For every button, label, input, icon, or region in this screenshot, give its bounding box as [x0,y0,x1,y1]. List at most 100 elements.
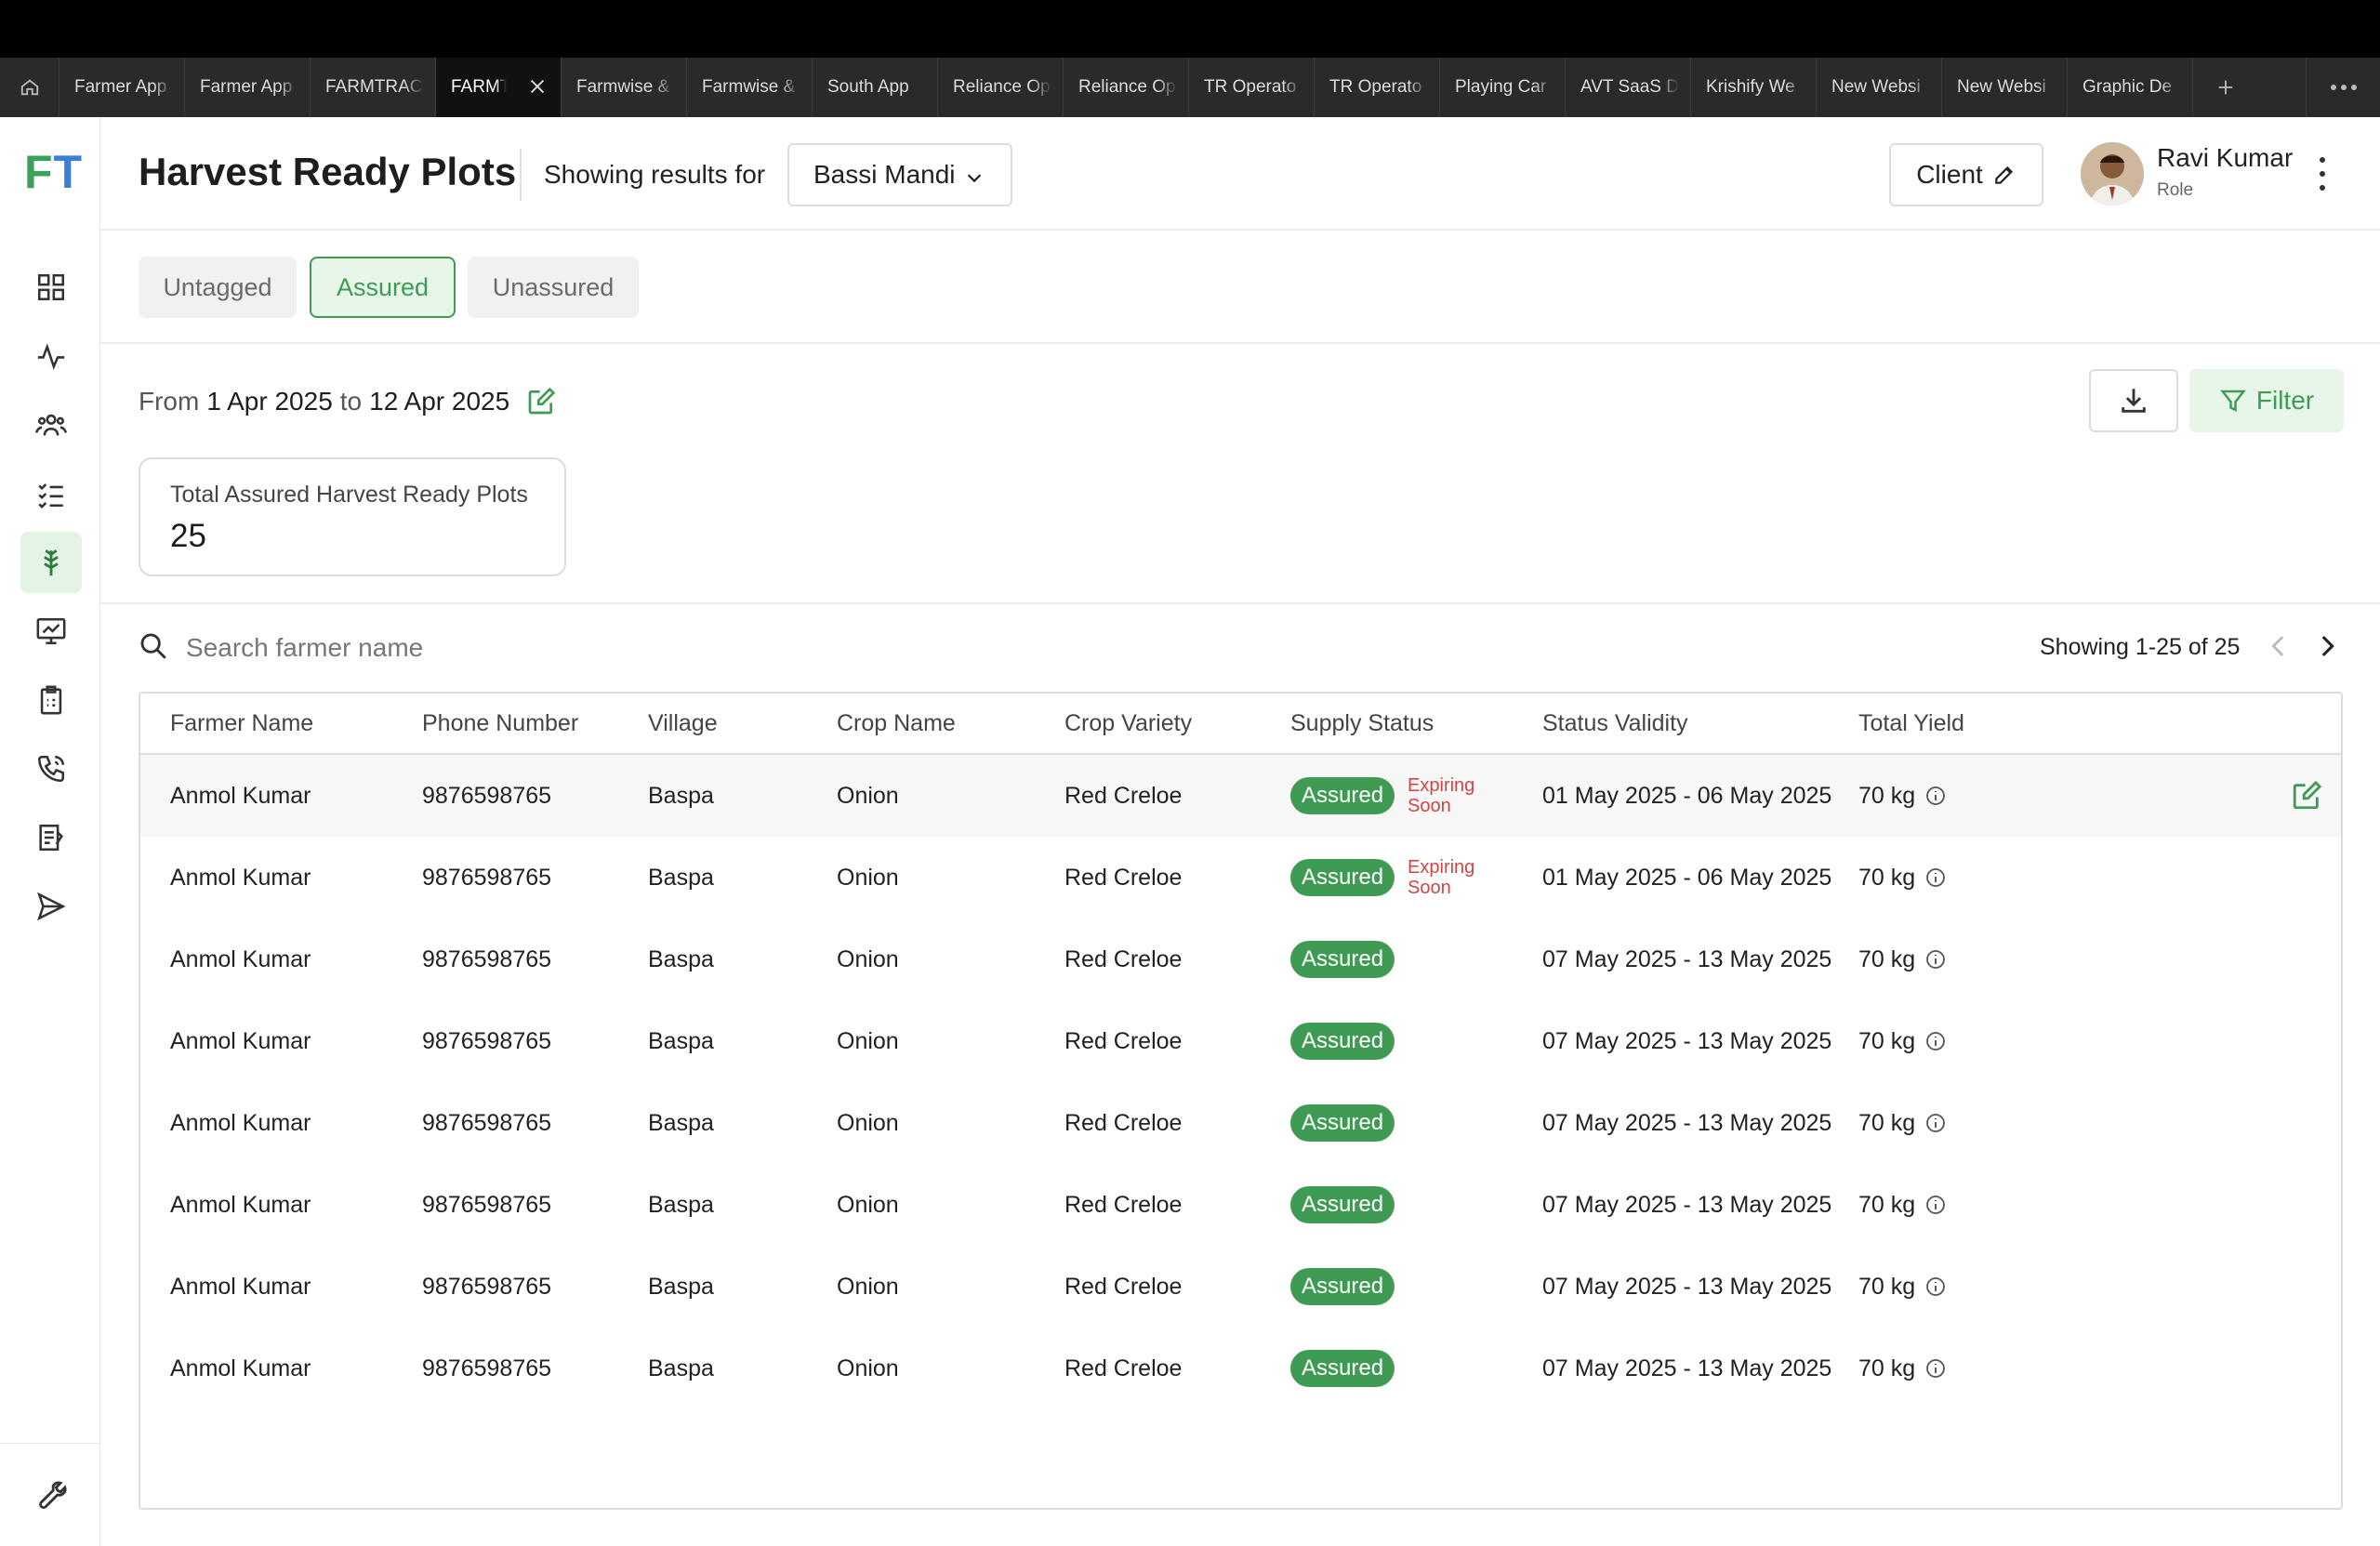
browser-tab[interactable]: Farmer App [60,58,185,117]
table-row[interactable]: Anmol Kumar 9876598765 Baspa Onion Red Crelo… [140,837,2341,918]
monitor-icon[interactable] [20,601,82,662]
info-icon[interactable] [1924,1275,1947,1298]
browser-tab[interactable]: Farmwise & [562,58,687,117]
stat-value: 25 [170,518,206,554]
info-icon[interactable] [1924,1112,1947,1134]
info-icon[interactable] [1924,785,1947,807]
filter-button[interactable]: Filter [2189,369,2344,432]
edit-date-icon[interactable] [526,387,556,416]
status-badge: Assured [1290,1350,1395,1387]
info-icon[interactable] [1924,948,1947,971]
search-input[interactable] [186,625,837,671]
row-edit-button[interactable] [2291,755,2322,837]
browser-tab[interactable]: AVT SaaS D [1566,58,1691,117]
chevron-left-icon[interactable] [2263,630,2294,662]
more-options-icon[interactable] [2311,152,2334,195]
send-icon[interactable] [20,876,82,937]
cell-farmer-name: Anmol Kumar [170,1354,311,1381]
cell-supply-status: Assured [1290,1246,1395,1328]
home-icon[interactable] [0,58,60,117]
browser-tab[interactable]: TR Operato [1315,58,1440,117]
report-icon[interactable] [20,807,82,868]
browser-tab[interactable]: South App [813,58,938,117]
close-tab-icon[interactable] [527,76,548,97]
table-row[interactable]: Anmol Kumar 9876598765 Baspa Onion Red Crelo… [140,1082,2341,1164]
cell-phone-number: 9876598765 [422,864,552,891]
info-icon[interactable] [1924,1357,1947,1380]
table-row[interactable]: Anmol Kumar 9876598765 Baspa Onion Red Crelo… [140,1246,2341,1328]
header-divider [520,149,522,201]
table-row[interactable]: Anmol Kumar 9876598765 Baspa Onion Red Crelo… [140,1328,2341,1409]
cell-status-validity: 01 May 2025 - 06 May 2025 [1542,864,1832,891]
cell-crop-name: Onion [837,1191,899,1218]
farmers-icon[interactable] [20,394,82,456]
app-logo[interactable]: FT [24,145,83,199]
tab-untagged[interactable]: Untagged [139,257,297,318]
table-row[interactable]: Anmol Kumar 9876598765 Baspa Onion Red Crelo… [140,755,2341,837]
col-total-yield: Total Yield [1858,709,1964,736]
info-icon[interactable] [1924,1030,1947,1052]
info-icon[interactable] [1924,866,1947,889]
browser-tab[interactable]: Farmer App [185,58,311,117]
cell-phone-number: 9876598765 [422,1273,552,1300]
table-body: Anmol Kumar 9876598765 Baspa Onion Red Crelo… [140,755,2341,1409]
tab-overflow-menu-icon[interactable] [2306,58,2380,117]
browser-tab-label: Farmwise & [702,77,796,97]
cell-supply-status: Assured [1290,1082,1395,1164]
clipboard-icon[interactable] [20,669,82,731]
harvest-icon[interactable] [20,532,82,593]
filter-icon [2220,390,2246,413]
new-tab-button[interactable] [2193,58,2258,117]
yield-value: 70 kg [1858,1027,1916,1054]
activity-icon[interactable] [20,325,82,387]
download-button[interactable] [2089,369,2178,432]
chevron-right-icon[interactable] [2311,630,2343,662]
browser-tab[interactable]: TR Operato [1189,58,1315,117]
phone-icon[interactable] [20,738,82,799]
browser-tab-label: Krishify We [1706,77,1795,97]
browser-tab-label: Farmer App [74,77,167,97]
status-tabs: Untagged Assured Unassured [100,231,2380,344]
wrench-icon[interactable] [33,1477,68,1513]
avatar[interactable] [2081,142,2144,205]
cell-total-yield: 70 kg [1858,1246,1947,1328]
cell-crop-name: Onion [837,782,899,809]
table-row[interactable]: Anmol Kumar 9876598765 Baspa Onion Red Crelo… [140,1164,2341,1246]
browser-tab[interactable]: Graphic De [2068,58,2193,117]
cell-crop-variety: Red Creloe [1064,864,1183,891]
cell-phone-number: 9876598765 [422,1354,552,1381]
cell-crop-variety: Red Creloe [1064,1191,1183,1218]
browser-tab[interactable]: Reliance Op [938,58,1064,117]
dashboard-icon[interactable] [20,257,82,318]
browser-tab[interactable]: FARMTRAC [436,58,562,117]
status-badge: Assured [1290,1104,1395,1142]
table-row[interactable]: Anmol Kumar 9876598765 Baspa Onion Red Crelo… [140,918,2341,1000]
cell-village: Baspa [648,1191,714,1218]
expiring-soon-label: Expiring Soon [1408,775,1475,816]
client-button[interactable]: Client [1889,143,2043,206]
table-row[interactable]: Anmol Kumar 9876598765 Baspa Onion Red Crelo… [140,1000,2341,1082]
info-icon[interactable] [1924,1194,1947,1216]
browser-tab-label: Reliance Op [1078,77,1176,97]
status-badge: Assured [1290,859,1395,896]
cell-total-yield: 70 kg [1858,837,1947,918]
yield-value: 70 kg [1858,1109,1916,1136]
status-badge: Assured [1290,941,1395,978]
tab-assured[interactable]: Assured [310,257,456,318]
tab-unassured[interactable]: Unassured [468,257,639,318]
cell-total-yield: 70 kg [1858,1000,1947,1082]
cell-supply-status: Assured [1290,1164,1395,1246]
browser-tab[interactable]: New Websi [1817,58,1942,117]
browser-tab[interactable]: Krishify We [1691,58,1817,117]
cell-total-yield: 70 kg [1858,1328,1947,1409]
cell-village: Baspa [648,782,714,809]
browser-tab[interactable]: Farmwise & [687,58,813,117]
checklist-icon[interactable] [20,463,82,524]
browser-tab[interactable]: Reliance Op [1064,58,1189,117]
cell-crop-name: Onion [837,864,899,891]
location-select[interactable]: Bassi Mandi [787,143,1012,206]
date-to: 12 Apr 2025 [369,387,510,416]
browser-tab[interactable]: FARMTRAC [311,58,436,117]
browser-tab[interactable]: New Websi [1942,58,2068,117]
browser-tab[interactable]: Playing Car [1440,58,1566,117]
